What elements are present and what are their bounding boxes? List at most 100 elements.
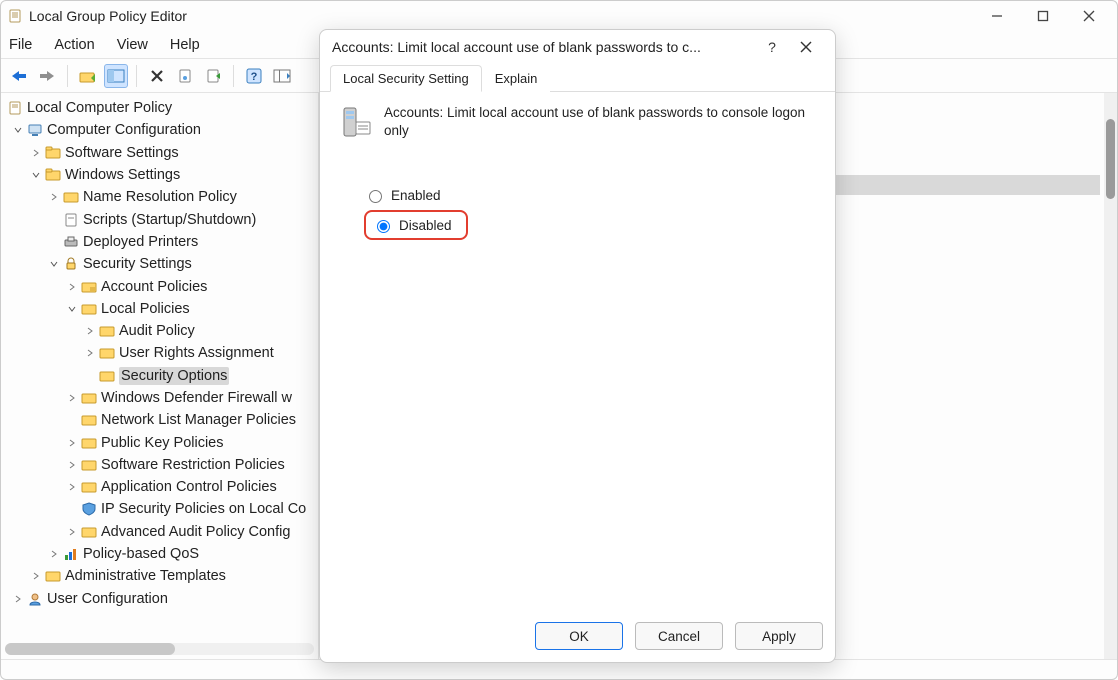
tree-root[interactable]: Local Computer Policy bbox=[1, 97, 318, 119]
expander-closed-icon[interactable] bbox=[29, 146, 43, 160]
expander-closed-icon[interactable] bbox=[65, 480, 79, 494]
tree-admin-templates[interactable]: Administrative Templates bbox=[1, 565, 318, 587]
tree-label: Software Settings bbox=[65, 145, 179, 161]
folder-lock-icon bbox=[81, 280, 97, 294]
expander-closed-icon[interactable] bbox=[65, 525, 79, 539]
tree-label: Application Control Policies bbox=[101, 479, 277, 495]
tree-deployed-printers[interactable]: Deployed Printers bbox=[1, 231, 318, 253]
menu-view[interactable]: View bbox=[117, 37, 148, 53]
expander-closed-icon[interactable] bbox=[65, 436, 79, 450]
tree-label: Security Options bbox=[119, 367, 229, 385]
tree-local-policies[interactable]: Local Policies bbox=[1, 298, 318, 320]
svg-text:?: ? bbox=[251, 71, 258, 83]
tree-user-config[interactable]: User Configuration bbox=[1, 588, 318, 610]
radio-disabled-input[interactable] bbox=[377, 220, 390, 233]
maximize-button[interactable] bbox=[1021, 3, 1065, 29]
apply-button[interactable]: Apply bbox=[735, 622, 823, 650]
properties-button[interactable] bbox=[173, 64, 197, 88]
expander-open-icon[interactable] bbox=[65, 302, 79, 316]
delete-button[interactable] bbox=[145, 64, 169, 88]
menu-file[interactable]: File bbox=[9, 37, 32, 53]
tree-label: User Configuration bbox=[47, 591, 168, 607]
expander-closed-icon[interactable] bbox=[47, 547, 61, 561]
radio-enabled[interactable]: Enabled bbox=[364, 180, 817, 210]
dialog-title: Accounts: Limit local account use of bla… bbox=[332, 39, 755, 55]
tree-security-options[interactable]: Security Options bbox=[1, 365, 318, 387]
tree-security-settings[interactable]: Security Settings bbox=[1, 253, 318, 275]
tree-label: Security Settings bbox=[83, 256, 192, 272]
close-button[interactable] bbox=[1067, 3, 1111, 29]
expander-closed-icon[interactable] bbox=[11, 592, 25, 606]
menu-help[interactable]: Help bbox=[170, 37, 200, 53]
menu-action[interactable]: Action bbox=[54, 37, 94, 53]
tree-ip-security[interactable]: IP Security Policies on Local Co bbox=[1, 498, 318, 520]
expander-closed-icon[interactable] bbox=[29, 569, 43, 583]
tree-scripts[interactable]: Scripts (Startup/Shutdown) bbox=[1, 208, 318, 230]
horiz-scrollbar[interactable] bbox=[5, 643, 314, 655]
tree-label: User Rights Assignment bbox=[119, 345, 274, 361]
show-hide-tree-button[interactable] bbox=[104, 64, 128, 88]
cancel-button[interactable]: Cancel bbox=[635, 622, 723, 650]
svg-text:?: ? bbox=[768, 40, 776, 54]
policy-server-icon bbox=[338, 104, 374, 140]
shield-icon bbox=[81, 501, 97, 517]
radio-disabled[interactable]: Disabled bbox=[364, 210, 468, 240]
expander-closed-icon[interactable] bbox=[83, 346, 97, 360]
tree-app-control[interactable]: Application Control Policies bbox=[1, 476, 318, 498]
tree-defender-firewall[interactable]: Windows Defender Firewall w bbox=[1, 387, 318, 409]
radio-enabled-label: Enabled bbox=[391, 188, 441, 203]
expander-open-icon[interactable] bbox=[47, 257, 61, 271]
expander-open-icon[interactable] bbox=[11, 123, 25, 137]
tree-user-rights[interactable]: User Rights Assignment bbox=[1, 342, 318, 364]
folder-icon bbox=[63, 190, 79, 204]
main-window: Local Group Policy Editor File Action Vi… bbox=[0, 0, 1118, 680]
back-button[interactable] bbox=[7, 64, 31, 88]
up-level-button[interactable] bbox=[76, 64, 100, 88]
expander-closed-icon[interactable] bbox=[65, 391, 79, 405]
forward-button[interactable] bbox=[35, 64, 59, 88]
expander-closed-icon[interactable] bbox=[65, 458, 79, 472]
ok-button[interactable]: OK bbox=[535, 622, 623, 650]
tree-label: Computer Configuration bbox=[47, 122, 201, 138]
tree-computer-config[interactable]: Computer Configuration bbox=[1, 119, 318, 141]
tree-windows-settings[interactable]: Windows Settings bbox=[1, 164, 318, 186]
printer-icon bbox=[63, 235, 79, 249]
folder-icon bbox=[81, 391, 97, 405]
expander-open-icon[interactable] bbox=[29, 168, 43, 182]
policy-name: Accounts: Limit local account use of bla… bbox=[384, 104, 817, 140]
dialog-footer: OK Cancel Apply bbox=[320, 610, 835, 662]
tree-account-policies[interactable]: Account Policies bbox=[1, 275, 318, 297]
tree-label: Administrative Templates bbox=[65, 568, 226, 584]
tree-audit-policy[interactable]: Audit Policy bbox=[1, 320, 318, 342]
tree-software-settings[interactable]: Software Settings bbox=[1, 142, 318, 164]
expander-closed-icon[interactable] bbox=[83, 324, 97, 338]
tree-public-key[interactable]: Public Key Policies bbox=[1, 431, 318, 453]
radio-disabled-label: Disabled bbox=[399, 218, 452, 233]
help-button[interactable]: ? bbox=[242, 64, 266, 88]
tree-advanced-audit[interactable]: Advanced Audit Policy Config bbox=[1, 521, 318, 543]
tree-policy-qos[interactable]: Policy-based QoS bbox=[1, 543, 318, 565]
tree-pane: Local Computer Policy Computer Configura… bbox=[1, 93, 319, 659]
tree-software-restriction[interactable]: Software Restriction Policies bbox=[1, 454, 318, 476]
dialog-help-button[interactable]: ? bbox=[755, 32, 789, 62]
radio-enabled-input[interactable] bbox=[369, 190, 382, 203]
lock-icon bbox=[63, 256, 79, 272]
script-icon bbox=[63, 212, 79, 228]
filter-button[interactable] bbox=[270, 64, 294, 88]
tree-label: Policy-based QoS bbox=[83, 546, 199, 562]
folder-icon bbox=[81, 413, 97, 427]
tab-local-security[interactable]: Local Security Setting bbox=[330, 65, 482, 92]
tree-label: Local Policies bbox=[101, 301, 190, 317]
tree-label: Deployed Printers bbox=[83, 234, 198, 250]
expander-closed-icon[interactable] bbox=[47, 190, 61, 204]
folder-lock-icon bbox=[99, 324, 115, 338]
tree-name-resolution[interactable]: Name Resolution Policy bbox=[1, 186, 318, 208]
minimize-button[interactable] bbox=[975, 3, 1019, 29]
export-button[interactable] bbox=[201, 64, 225, 88]
vert-scrollbar[interactable] bbox=[1104, 93, 1117, 659]
tree-network-list[interactable]: Network List Manager Policies bbox=[1, 409, 318, 431]
dialog-close-button[interactable] bbox=[789, 32, 823, 62]
properties-dialog: Accounts: Limit local account use of bla… bbox=[319, 29, 836, 663]
expander-closed-icon[interactable] bbox=[65, 280, 79, 294]
tab-explain[interactable]: Explain bbox=[482, 65, 551, 92]
